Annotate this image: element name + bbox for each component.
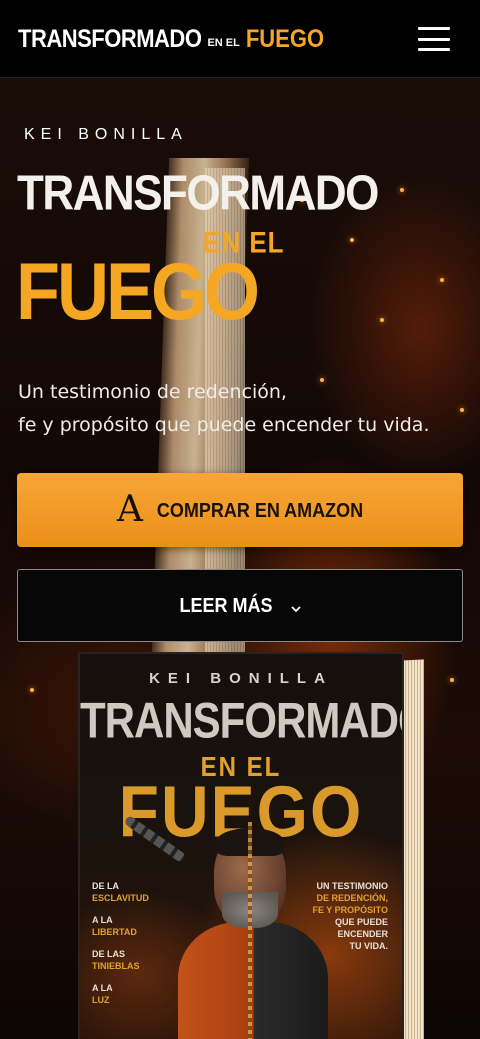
hero-tagline: Un testimonio de redención, fe y propósi… [18,376,468,442]
ember-spark [450,678,454,682]
cover-left-a: A LA [92,983,113,993]
cover-left-line: DE LAS TINIEBLAS [92,948,182,972]
tagline-line: Un testimonio de redención, [18,381,287,403]
site-logo[interactable]: TRANSFORMADO EN EL FUEGO [18,23,325,53]
ember-spark [400,188,404,192]
cover-left-a: DE LAS [92,949,126,959]
hamburger-menu-icon[interactable] [418,27,450,51]
cover-left-line: A LA LUZ [92,982,182,1006]
ember-spark [30,688,34,692]
cover-left-b: ESCLAVITUD [92,893,149,903]
site-header: TRANSFORMADO EN EL FUEGO [0,0,480,78]
cover-left-b: LIBERTAD [92,927,137,937]
cover-title: TRANSFORMADO [80,692,404,749]
ember-spark [380,318,384,322]
cover-right-line: UN TESTIMONIO [316,881,389,891]
cover-right-line: ENCENDER [337,929,388,939]
hero-title-main: TRANSFORMADO [17,166,379,221]
menu-bar [418,37,450,41]
cover-right-line: TU VIDA. [349,941,388,951]
logo-main-text: TRANSFORMADO [18,23,202,53]
cover-left-a: DE LA [92,881,119,891]
landing-page: TRANSFORMADO EN EL FUEGO KEI BONILLA TRA… [0,0,480,1039]
cover-right-text: UN TESTIMONIO DE REDENCIÓN, FE Y PROPÓSI… [288,880,388,952]
logo-small-text: EN EL [207,36,240,49]
cover-right-line: DE REDENCIÓN, [316,893,388,903]
ember-spark [350,238,354,242]
read-more-label: LEER MÁS [179,593,273,617]
buy-on-amazon-button[interactable]: A COMPRAR EN AMAZON [17,473,463,547]
menu-bar [418,27,450,30]
buy-on-amazon-label: COMPRAR EN AMAZON [156,497,364,521]
cover-right-line: QUE PUEDE [334,917,388,927]
chain-icon [248,822,252,1039]
cover-left-line: A LA LIBERTAD [92,914,182,938]
read-more-button[interactable]: LEER MÁS [17,569,463,642]
cover-left-line: DE LA ESCLAVITUD [92,880,182,904]
cover-left-a: A LA [92,915,113,925]
hero-title-big: FUEGO [16,247,260,338]
book-cover-image: KEI BONILLA TRANSFORMADO EN EL FUEGO DE … [78,652,424,1039]
amazon-a-icon: A [116,489,143,530]
book-cover: KEI BONILLA TRANSFORMADO EN EL FUEGO DE … [78,652,404,1039]
cover-left-b: TINIEBLAS [92,961,140,971]
cover-left-b: LUZ [92,995,110,1005]
hero-author: KEI BONILLA [24,126,188,143]
chevron-down-icon [290,605,301,612]
menu-bar [418,48,450,51]
logo-accent-text: FUEGO [245,23,325,53]
cover-right-line: FE Y PROPÓSITO [312,905,388,915]
cover-left-text: DE LA ESCLAVITUD A LA LIBERTAD DE LAS TI… [92,880,182,1016]
cover-author: KEI BONILLA [149,670,333,687]
tagline-line: fe y propósito que puede encender tu vid… [18,414,430,436]
ember-spark [440,278,444,282]
